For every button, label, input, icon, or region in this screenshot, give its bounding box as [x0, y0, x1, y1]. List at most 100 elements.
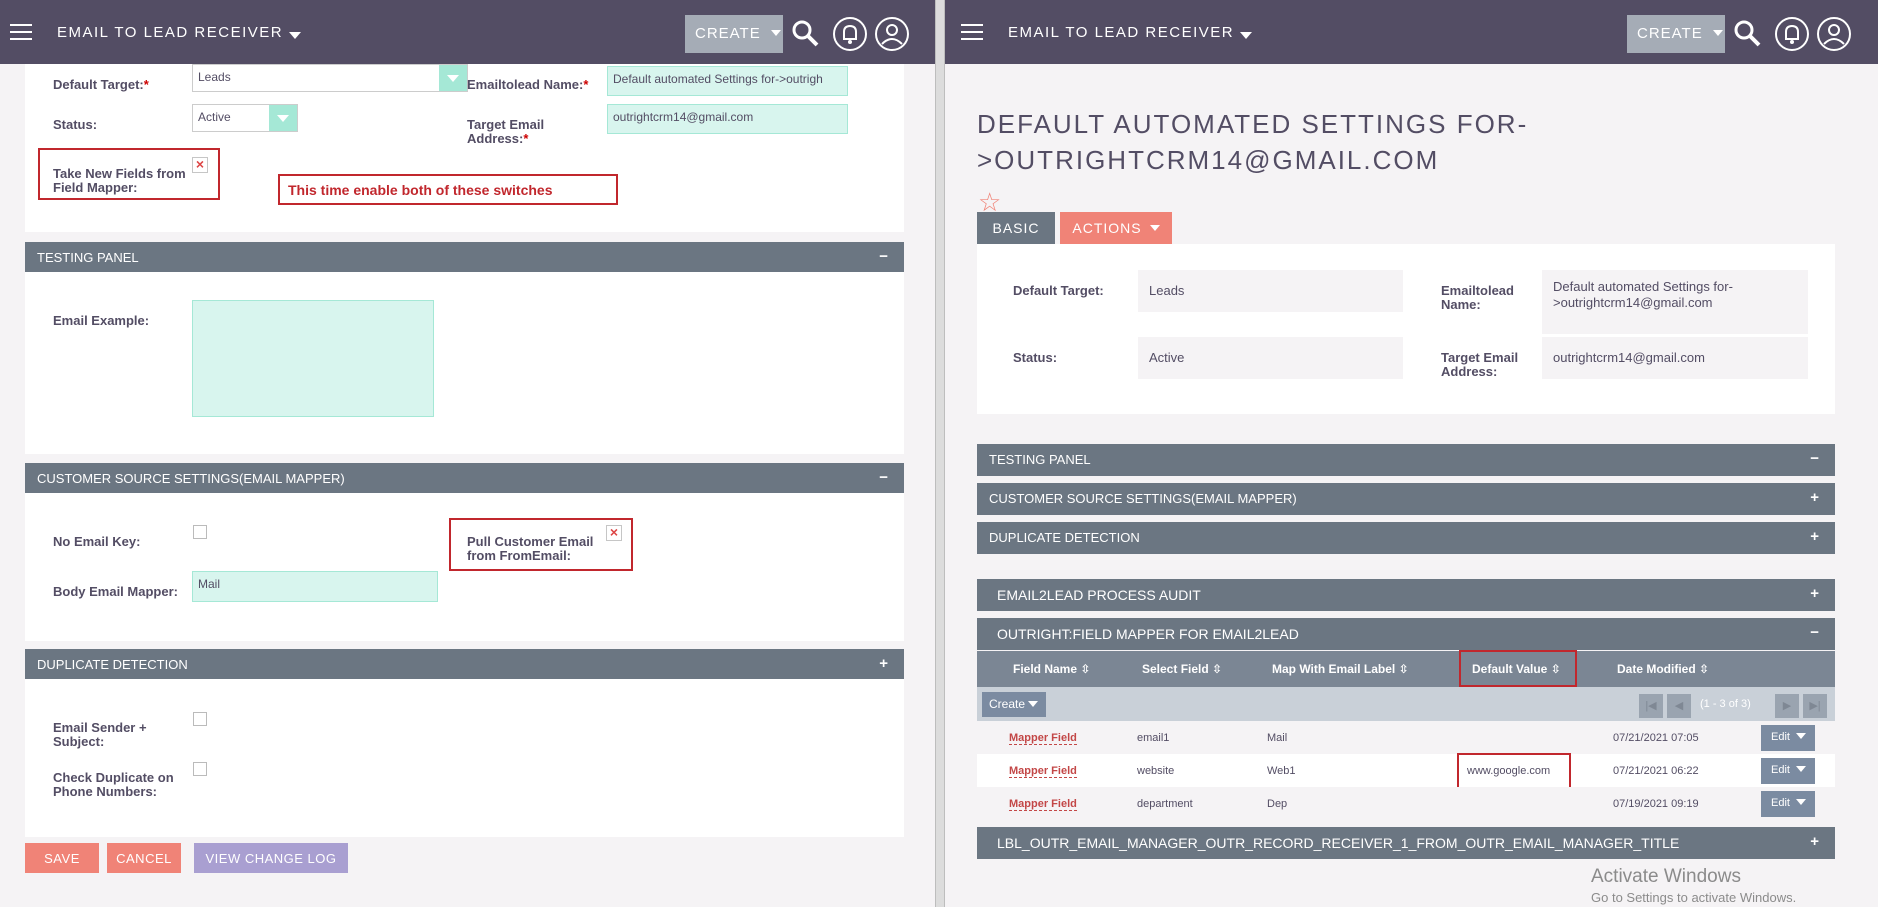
user-profile-icon[interactable]: [1816, 16, 1852, 52]
pull-customer-email-checkbox[interactable]: ×: [606, 525, 622, 541]
sort-icon: ⇳: [1550, 662, 1561, 676]
take-new-fields-checkbox[interactable]: ×: [192, 157, 208, 173]
sort-icon: ⇳: [1398, 662, 1409, 676]
first-page-icon[interactable]: |◀: [1639, 694, 1663, 718]
mapper-field-link[interactable]: Mapper Field: [1009, 798, 1077, 811]
expand-icon[interactable]: +: [1810, 528, 1819, 545]
target-email-value: outrightcrm14@gmail.com: [1542, 337, 1808, 379]
split-divider[interactable]: [935, 0, 945, 907]
chevron-down-icon: [439, 65, 467, 91]
testing-panel-header[interactable]: TESTING PANEL −: [25, 242, 904, 272]
default-target-label: Default Target:: [1013, 283, 1104, 298]
no-email-key-label: No Email Key:: [53, 534, 141, 549]
activate-windows-subtext: Go to Settings to activate Windows.: [1591, 890, 1797, 905]
email-example-textarea[interactable]: [192, 300, 434, 417]
next-page-icon[interactable]: ▶: [1775, 694, 1799, 718]
default-target-select[interactable]: Leads: [192, 64, 468, 92]
module-menu[interactable]: EMAIL TO LEAD RECEIVER: [57, 24, 302, 41]
search-icon[interactable]: [1730, 16, 1766, 52]
field-mapper-panel-header[interactable]: OUTRIGHT:FIELD MAPPER FOR EMAIL2LEAD −: [977, 618, 1835, 650]
column-header-default-value[interactable]: Default Value ⇳: [1472, 662, 1561, 676]
edit-button[interactable]: Edit: [1761, 791, 1815, 817]
module-menu[interactable]: EMAIL TO LEAD RECEIVER: [1008, 24, 1253, 41]
map-label-cell: Mail: [1267, 732, 1288, 744]
default-target-value: Leads: [1138, 270, 1403, 312]
mapper-field-link[interactable]: Mapper Field: [1009, 732, 1077, 745]
emailtolead-name-input[interactable]: Default automated Settings for->outrigh: [607, 66, 848, 96]
date-modified-cell: 07/21/2021 07:05: [1613, 732, 1699, 744]
pull-customer-email-label: Pull Customer Email from FromEmail:: [467, 534, 594, 563]
left-edit-view: Default Target:* Leads Status: Active Em…: [0, 0, 935, 907]
cancel-button[interactable]: CANCEL: [107, 843, 181, 873]
collapse-icon[interactable]: −: [1810, 624, 1819, 641]
activate-windows-watermark: Activate Windows: [1591, 866, 1741, 887]
target-email-label: Target Email Address:: [1441, 350, 1519, 379]
caret-down-icon: [1795, 766, 1806, 772]
no-email-key-checkbox[interactable]: [193, 525, 207, 539]
column-header-field-name[interactable]: Field Name ⇳: [1013, 662, 1090, 676]
status-value: Active: [1138, 337, 1403, 379]
target-email-input[interactable]: outrightcrm14@gmail.com: [607, 104, 848, 134]
create-button[interactable]: CREATE: [1627, 15, 1725, 53]
body-email-mapper-input[interactable]: Mail: [192, 571, 438, 602]
table-row: [977, 721, 1835, 754]
email-sender-label: Email Sender + Subject:: [53, 720, 147, 749]
expand-icon[interactable]: +: [1810, 585, 1819, 602]
collapse-icon[interactable]: −: [879, 248, 888, 265]
collapse-icon[interactable]: −: [879, 469, 888, 486]
user-profile-icon[interactable]: [874, 16, 910, 52]
take-new-fields-label: Take New Fields from Field Mapper:: [53, 166, 186, 195]
table-row: [977, 754, 1835, 787]
body-email-mapper-label: Body Email Mapper:: [53, 584, 178, 599]
caret-down-icon: [1712, 30, 1723, 36]
save-button[interactable]: SAVE: [25, 843, 99, 873]
expand-icon[interactable]: +: [879, 655, 888, 672]
caret-down-icon: [1795, 799, 1806, 805]
email-example-label: Email Example:: [53, 313, 150, 328]
sort-icon: ⇳: [1699, 662, 1710, 676]
tab-basic[interactable]: BASIC: [977, 212, 1055, 244]
expand-icon[interactable]: +: [1810, 489, 1819, 506]
previous-page-icon[interactable]: ◀: [1667, 694, 1691, 718]
record-title: DEFAULT AUTOMATED SETTINGS FOR- >OUTRIGH…: [977, 109, 1529, 175]
column-header-select-field[interactable]: Select Field ⇳: [1142, 662, 1222, 676]
column-header-date-modified[interactable]: Date Modified ⇳: [1617, 662, 1709, 676]
caret-down-icon: [1149, 225, 1160, 231]
notifications-bell-icon[interactable]: [1774, 16, 1810, 52]
last-page-icon[interactable]: ▶|: [1803, 694, 1827, 718]
collapse-icon[interactable]: −: [1810, 450, 1819, 467]
hamburger-menu-icon[interactable]: [961, 24, 983, 40]
chevron-down-icon: [269, 105, 297, 131]
hamburger-menu-icon[interactable]: [10, 24, 32, 40]
check-duplicate-checkbox[interactable]: [193, 762, 207, 776]
emailtolead-name-label: Emailtolead Name:: [1441, 283, 1514, 312]
expand-icon[interactable]: +: [1810, 833, 1819, 850]
top-navigation-bar: EMAIL TO LEAD RECEIVER CREATE: [945, 0, 1878, 64]
emailtolead-name-value: Default automated Settings for- >outrigh…: [1542, 270, 1808, 334]
edit-button[interactable]: Edit: [1761, 758, 1815, 784]
actions-menu[interactable]: ACTIONS: [1060, 212, 1172, 244]
notifications-bell-icon[interactable]: [832, 16, 868, 52]
duplicate-detection-panel-header[interactable]: DUPLICATE DETECTION +: [977, 522, 1835, 554]
map-label-cell: Dep: [1267, 798, 1288, 810]
testing-panel-header[interactable]: TESTING PANEL −: [977, 444, 1835, 476]
view-change-log-button[interactable]: VIEW CHANGE LOG: [194, 843, 348, 873]
duplicate-detection-panel-header[interactable]: DUPLICATE DETECTION +: [25, 649, 904, 679]
mapper-field-link[interactable]: Mapper Field: [1009, 765, 1077, 778]
audit-panel-header[interactable]: EMAIL2LEAD PROCESS AUDIT +: [977, 579, 1835, 611]
customer-source-panel-header[interactable]: CUSTOMER SOURCE SETTINGS(EMAIL MAPPER) −: [25, 463, 904, 493]
edit-button[interactable]: Edit: [1761, 725, 1815, 751]
create-button[interactable]: CREATE: [685, 15, 783, 53]
subpanel-create-button[interactable]: Create: [982, 692, 1046, 717]
customer-source-panel-header[interactable]: CUSTOMER SOURCE SETTINGS(EMAIL MAPPER) +: [977, 483, 1835, 515]
select-field-cell: website: [1137, 765, 1175, 777]
column-header-map-with-email-label[interactable]: Map With Email Label ⇳: [1272, 662, 1409, 676]
lbl-outr-panel-header[interactable]: LBL_OUTR_EMAIL_MANAGER_OUTR_RECORD_RECEI…: [977, 827, 1835, 859]
caret-down-icon: [1795, 733, 1806, 739]
status-select[interactable]: Active: [192, 104, 298, 132]
select-field-cell: department: [1137, 798, 1193, 810]
search-icon[interactable]: [788, 16, 824, 52]
sort-icon: ⇳: [1212, 662, 1223, 676]
testing-panel-body: [25, 272, 904, 454]
email-sender-checkbox[interactable]: [193, 712, 207, 726]
